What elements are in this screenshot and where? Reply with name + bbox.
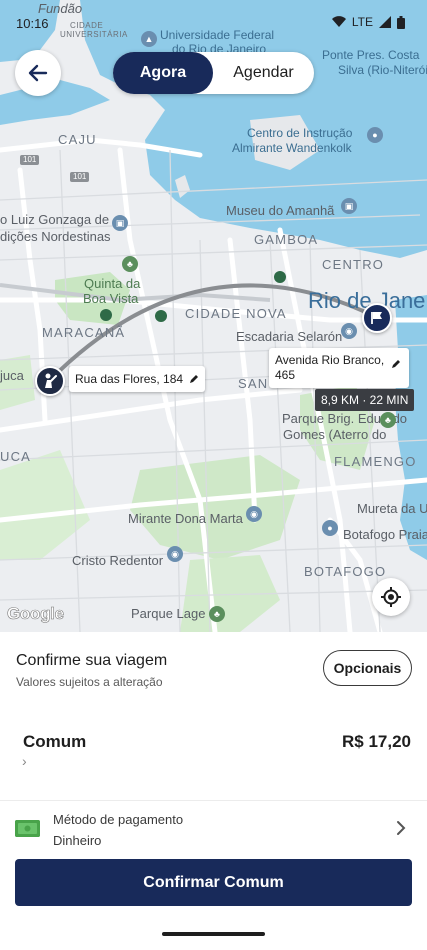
destination-marker[interactable] xyxy=(362,303,392,333)
battery-icon xyxy=(397,15,405,29)
network-type: LTE xyxy=(351,15,373,29)
map-label-cidade-nova: CIDADE NOVA xyxy=(185,306,287,321)
map-label-caju: CAJU xyxy=(58,132,97,147)
wifi-icon xyxy=(331,16,346,27)
confirm-ride-button[interactable]: Confirmar Comum xyxy=(15,859,412,906)
metro-poi-icon xyxy=(274,271,286,283)
map-label-luiz-gonzaga-2: dições Nordestinas xyxy=(0,229,111,244)
system-nav-bar xyxy=(0,924,427,950)
payment-method-label[interactable]: Método de pagamento xyxy=(53,812,183,827)
status-icons: LTE xyxy=(331,15,405,29)
my-location-button[interactable] xyxy=(372,578,410,616)
map-label-quinta: Quinta da xyxy=(84,276,141,291)
map-label-centro: CENTRO xyxy=(322,257,385,272)
destination-address-tag[interactable]: Avenida Rio Branco, 465 xyxy=(269,348,409,388)
sheet-title: Confirme sua viagem xyxy=(16,652,168,669)
back-button[interactable] xyxy=(15,50,61,96)
crosshair-icon xyxy=(381,587,401,607)
parque-poi-icon: ♣ xyxy=(380,412,396,428)
map-label-ponte: Ponte Pres. Costa xyxy=(322,48,420,62)
person-waving-icon xyxy=(45,373,57,388)
mirante-dona-marta-poi-icon: ◉ xyxy=(246,506,262,522)
origin-address: Rua das Flores, 184 xyxy=(75,371,184,386)
mirante-poi-icon: ● xyxy=(322,520,338,536)
edit-pencil-icon xyxy=(190,375,199,383)
chevron-right-icon[interactable]: › xyxy=(22,753,27,769)
payment-method-value[interactable]: Dinheiro xyxy=(53,833,101,848)
map-label-uca: UCA xyxy=(0,449,32,464)
destination-address: Avenida Rio Branco, 465 xyxy=(275,353,385,382)
map-label-mureta: Mureta da U xyxy=(357,501,427,516)
map-label-museu: Museu do Amanhã xyxy=(226,203,335,218)
map-label-centro-instrucao: Centro de Instrução xyxy=(247,126,353,140)
back-arrow-icon xyxy=(28,64,48,82)
edit-pencil-icon xyxy=(392,360,400,368)
location-poi-icon: ● xyxy=(367,127,383,143)
divider xyxy=(0,800,427,801)
museum-poi-icon: ▣ xyxy=(341,198,357,214)
park-poi-icon: ♣ xyxy=(122,256,138,272)
road-shield-101-b: 101 xyxy=(70,172,90,182)
map-label-botafogo: BOTAFOGO xyxy=(304,564,387,579)
flag-icon xyxy=(371,312,382,324)
metro-poi-icon-3 xyxy=(100,309,112,321)
map-label-tijuca: juca xyxy=(0,368,24,383)
map-label-mirante: Mirante Dona Marta xyxy=(128,511,243,526)
map-label-maracana: MARACANÃ xyxy=(42,325,126,340)
tab-schedule[interactable]: Agendar xyxy=(213,52,314,94)
chevron-right-icon[interactable] xyxy=(396,820,406,836)
map-label-parque-lage: Parque Lage xyxy=(131,606,206,621)
map-label-luiz-gonzaga: o Luiz Gonzaga de xyxy=(0,212,110,227)
time-segmented-control: Agora Agendar xyxy=(113,52,314,94)
map-label-ponte-2: Silva (Rio-Niterói) xyxy=(338,63,427,77)
ride-category-name[interactable]: Comum xyxy=(23,732,86,752)
cash-icon xyxy=(15,820,40,837)
cristo-poi-icon: ◉ xyxy=(167,546,183,562)
landmark-poi-icon: ▣ xyxy=(112,215,128,231)
sheet-subtitle: Valores sujeitos a alteração xyxy=(16,675,163,689)
map-label-cristo: Cristo Redentor xyxy=(72,553,164,568)
status-bar: 10:16 LTE xyxy=(0,0,427,40)
google-logo: Google xyxy=(7,604,65,624)
trip-confirmation-sheet: Confirme sua viagem Valores sujeitos a a… xyxy=(0,632,427,950)
origin-marker[interactable] xyxy=(35,366,65,396)
map-label-parque-brig-2: Gomes (Aterro do xyxy=(283,427,387,442)
route-eta-badge: 8,9 KM · 22 MIN xyxy=(315,389,415,411)
map-label-escadaria: Escadaria Selarón xyxy=(236,329,343,344)
map[interactable]: Fundão CIDADE UNIVERSITÁRIA Universidade… xyxy=(0,0,427,632)
home-gesture-handle[interactable] xyxy=(162,932,265,936)
screen: Fundão CIDADE UNIVERSITÁRIA Universidade… xyxy=(0,0,427,950)
signal-icon xyxy=(379,16,391,28)
status-time: 10:16 xyxy=(16,16,49,31)
map-label-quinta-2: Boa Vista xyxy=(83,291,139,306)
road-shield-101-a: 101 xyxy=(20,155,40,165)
map-label-flamengo: FLAMENGO xyxy=(334,454,417,469)
tab-now[interactable]: Agora xyxy=(113,52,213,94)
map-label-botafogo-praia: Botafogo Praia xyxy=(343,527,427,542)
parque-lage-poi-icon: ♣ xyxy=(209,606,225,622)
origin-address-tag[interactable]: Rua das Flores, 184 xyxy=(69,366,206,392)
ride-price: R$ 17,20 xyxy=(342,732,411,751)
map-label-sao: SAN xyxy=(238,376,269,391)
map-label-centro-instrucao-2: Almirante Wandenkolk xyxy=(232,141,352,155)
escadaria-poi-icon: ◉ xyxy=(341,323,357,339)
metro-poi-icon-2 xyxy=(155,310,167,322)
map-label-gamboa: GAMBOA xyxy=(254,232,319,247)
options-button[interactable]: Opcionais xyxy=(323,650,412,686)
